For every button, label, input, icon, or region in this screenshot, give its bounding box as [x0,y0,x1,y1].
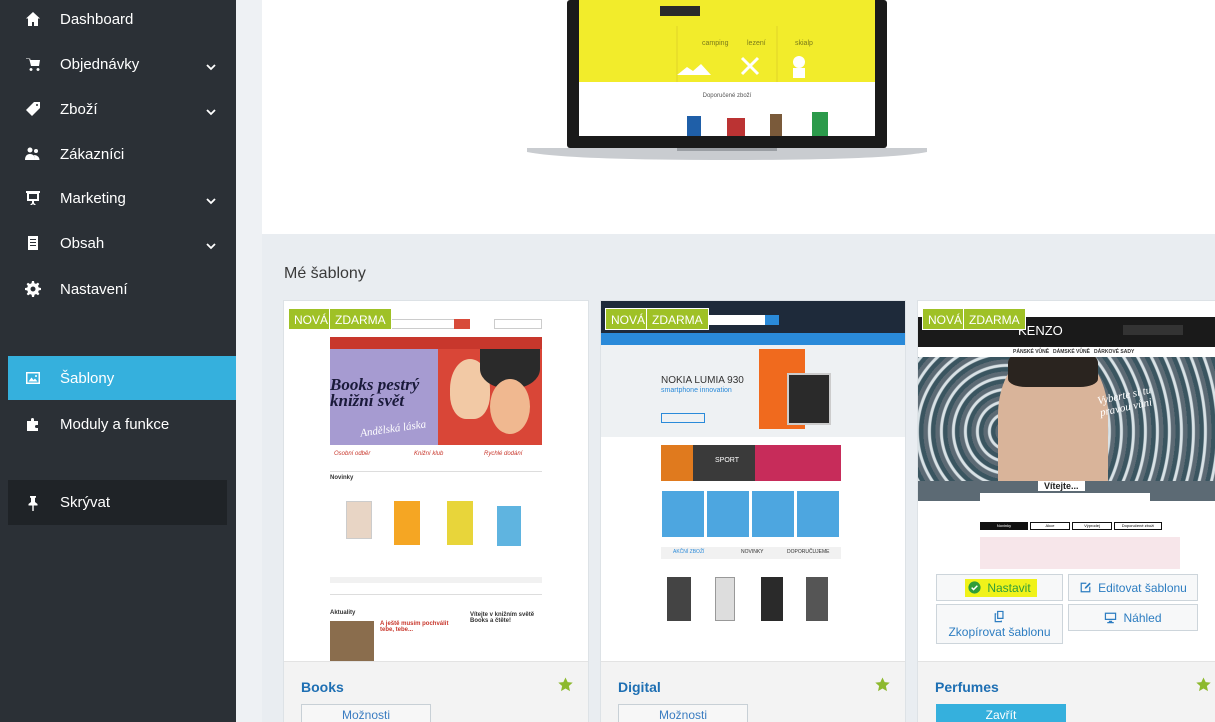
presentation-icon [24,189,42,207]
books-aktuality: Aktuality [330,610,356,616]
template-name: Books [301,679,344,695]
laptop-recommended: Doporučené zboží [703,93,752,99]
perfumes-nav-women: DÁMSKÉ VŮNĚ [1053,349,1090,355]
digital-tab-sale: AKČNÍ ZBOŽÍ [673,549,705,555]
template-card-perfumes[interactable]: KENZO PÁNSKÉ VŮNĚ DÁMSKÉ VŮNĚ DÁRKOVÉ SA… [917,300,1215,722]
template-name: Digital [618,679,661,695]
template-preview-digital[interactable]: NOKIA LUMIA 930 smartphone innovation SP… [601,301,905,661]
books-novinky: Novinky [330,475,354,481]
star-icon[interactable] [558,677,573,692]
badge-free: ZDARMA [646,308,709,330]
sidebar-item-label: Objednávky [60,55,140,73]
preview-template-label: Náhled [1123,610,1162,625]
set-template-label: Nastavit [987,580,1031,595]
pin-icon [24,494,42,512]
template-name: Perfumes [935,679,999,695]
document-icon [24,234,42,252]
chevron-down-icon [206,193,216,205]
perfumes-tab-clearance: Výprodej [1072,522,1112,530]
perfumes-tab-sale: Akce [1030,522,1070,530]
sidebar-item-goods[interactable]: Zboží [8,87,236,131]
books-feature-delivery: Rychlé dodání [484,451,523,457]
template-card-digital[interactable]: NOKIA LUMIA 930 smartphone innovation SP… [600,300,906,722]
digital-hero-sub: smartphone innovation [661,387,732,394]
sidebar-item-label: Obsah [60,234,105,252]
copy-icon [994,610,1004,622]
sidebar-item-label: Zboží [60,100,98,118]
badge-new: NOVÁ [288,308,335,330]
sidebar-item-customers[interactable]: Zákazníci [8,132,236,176]
books-feature-pickup: Osobní odběr [334,451,371,457]
sidebar-hide-label: Skrývat [60,494,111,511]
digital-sport: SPORT [715,457,739,464]
copy-template-button[interactable]: Zkopírovat šablonu [936,604,1063,644]
sidebar-item-label: Šablony [60,369,115,387]
set-template-button[interactable]: Nastavit [936,574,1063,601]
laptop-cat-skialp: skialp [795,40,813,47]
sidebar-item-dashboard[interactable]: Dashboard [8,0,236,41]
star-icon[interactable] [875,677,890,692]
edit-template-label: Editovat šablonu [1098,580,1187,595]
books-news-item: A ještě musím pochválit tebe, tebe... [380,621,449,633]
template-card-books[interactable]: Books pestrý knižní svět Andělská láska … [283,300,589,722]
perfumes-tab-new: Novinky [980,522,1028,530]
sidebar-item-content[interactable]: Obsah [8,221,236,265]
sidebar-item-label: Moduly a funkce [60,415,170,433]
laptop-cat-climbing: lezení [747,40,766,47]
star-icon[interactable] [1196,677,1211,692]
books-banner-sub: Andělská láska [359,418,427,440]
laptop-cat-camping: camping [702,40,729,47]
books-welcome: Vítejte v knižním světě Books a čtěte! [470,612,535,624]
image-icon [24,369,42,387]
digital-tab-new: NOVINKY [741,549,764,555]
edit-template-button[interactable]: Editovat šablonu [1068,574,1198,601]
sidebar-item-label: Dashboard [60,10,134,28]
users-icon [24,145,42,163]
books-feature-club: Knižní klub [414,451,444,457]
check-circle-icon [968,581,981,594]
close-button[interactable]: Zavřít [936,704,1066,722]
badge-new: NOVÁ [922,308,969,330]
sidebar-item-label: Nastavení [60,280,128,298]
laptop-preview: camping lezení skialp Doporučené zboží [527,0,927,160]
badge-new: NOVÁ [605,308,652,330]
gear-icon [24,280,42,298]
badge-free: ZDARMA [329,308,392,330]
section-title: Mé šablony [284,265,366,282]
edit-icon [1080,582,1091,593]
cart-icon [24,55,42,73]
perfumes-nav-gifts: DÁRKOVÉ SADY [1094,349,1135,355]
perfumes-tab-recommended: Doporučené zboží [1114,522,1162,530]
copy-template-label: Zkopírovat šablonu [948,624,1051,639]
perfumes-welcome: Vítejte... [1038,481,1085,491]
chevron-down-icon [206,238,216,250]
sidebar-item-settings[interactable]: Nastavení [8,267,236,311]
sidebar-item-marketing[interactable]: Marketing [8,176,236,220]
featured-template-panel: camping lezení skialp Doporučené zboží [262,0,1215,234]
books-banner-title: Books pestrý knižní svět [330,375,420,410]
chevron-down-icon [206,59,216,71]
puzzle-icon [24,415,42,433]
digital-tab-recommended: DOPORUČUJEME [787,549,830,555]
sidebar-item-modules[interactable]: Moduly a funkce [8,402,236,446]
options-button[interactable]: Možnosti [618,704,748,722]
tag-icon [24,100,42,118]
home-icon [24,10,42,28]
badge-free: ZDARMA [963,308,1026,330]
preview-template-button[interactable]: Náhled [1068,604,1198,631]
sidebar-item-label: Marketing [60,189,126,207]
template-preview-books[interactable]: Books pestrý knižní svět Andělská láska … [284,301,588,661]
sidebar-gutter [236,0,262,722]
monitor-icon [1105,612,1117,624]
sidebar-hide-button[interactable]: Skrývat [8,480,227,525]
sidebar-item-templates[interactable]: Šablony [8,356,236,400]
sidebar-item-label: Zákazníci [60,145,125,163]
sidebar-item-orders[interactable]: Objednávky [8,42,236,86]
options-button[interactable]: Možnosti [301,704,431,722]
perfumes-nav-men: PÁNSKÉ VŮNĚ [1013,349,1050,355]
digital-hero-title: NOKIA LUMIA 930 [661,375,744,386]
chevron-down-icon [206,104,216,116]
